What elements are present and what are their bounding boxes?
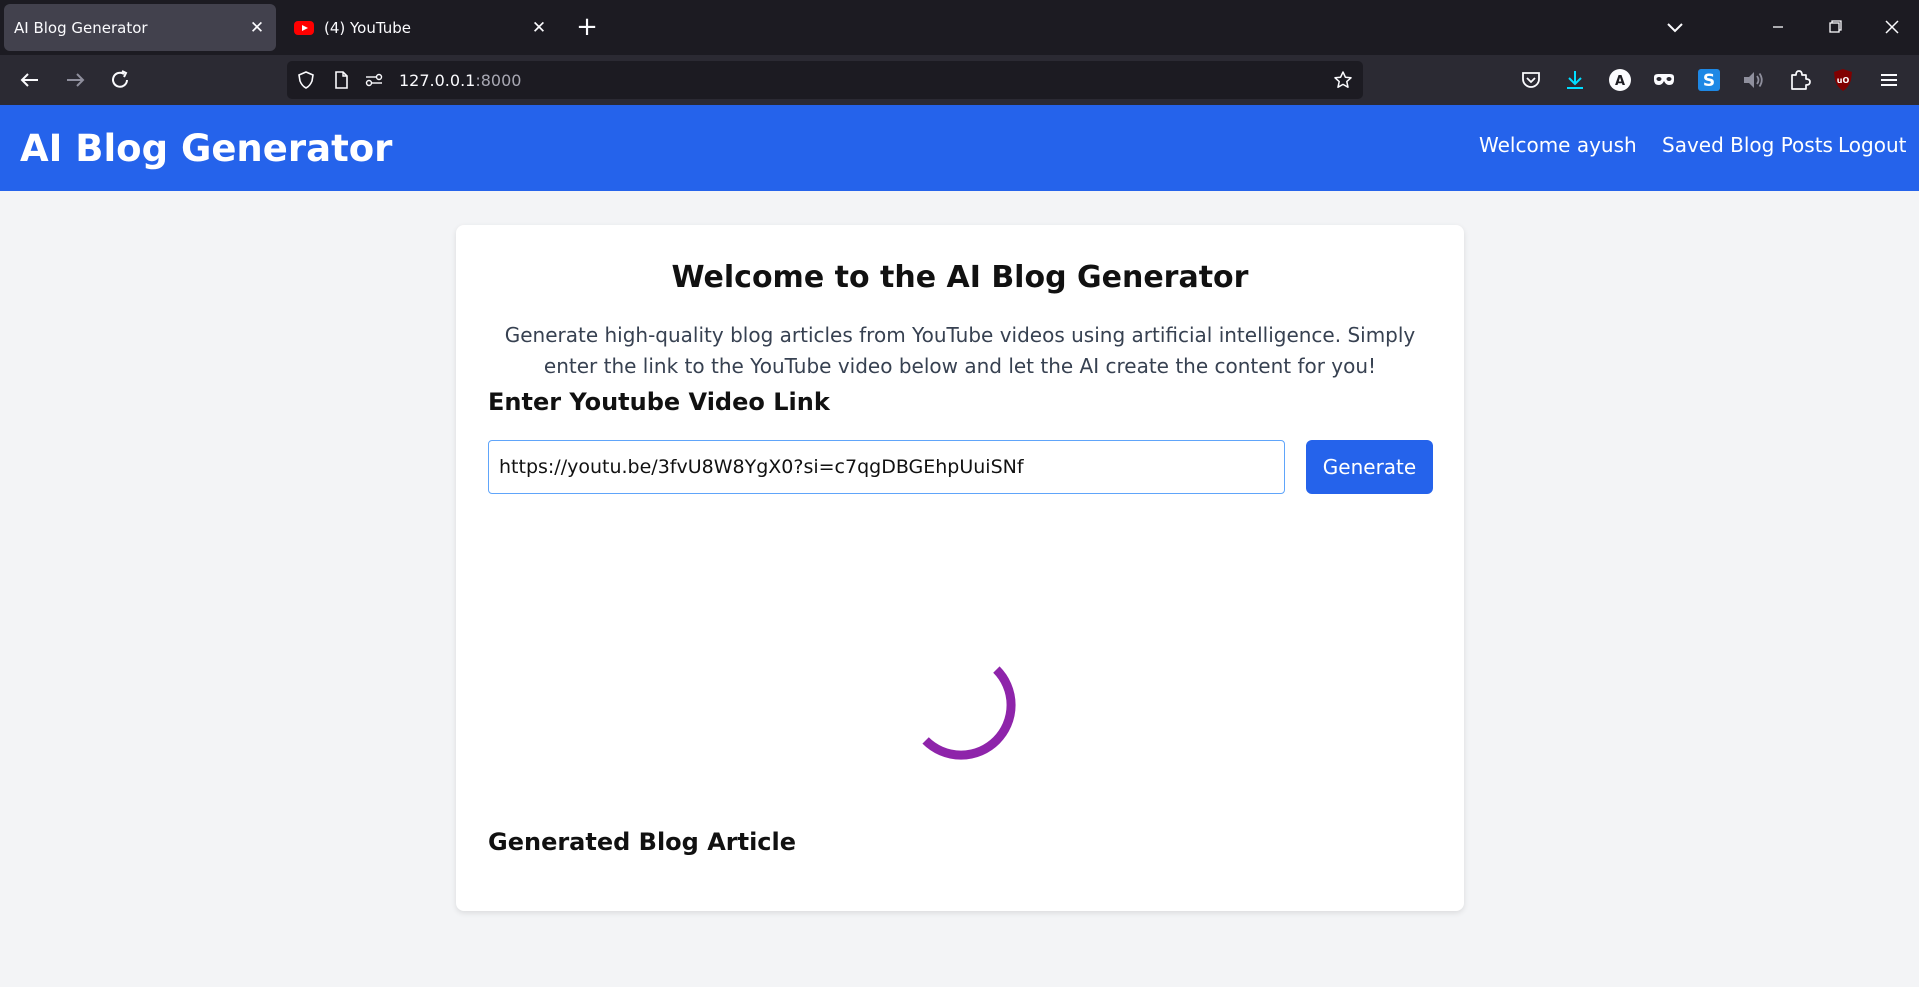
back-arrow-icon[interactable] — [15, 65, 45, 95]
extension-s-icon[interactable]: S — [1696, 67, 1722, 93]
browser-toolbar: 127.0.0.1:8000 A S uO — [0, 55, 1919, 105]
shield-icon[interactable] — [296, 70, 316, 90]
generate-button[interactable]: Generate — [1306, 440, 1433, 494]
saved-blog-posts-link[interactable]: Saved Blog Posts — [1662, 133, 1833, 157]
list-all-tabs-icon[interactable] — [1660, 14, 1690, 42]
svg-text:A: A — [1615, 74, 1625, 89]
pocket-icon[interactable] — [1518, 67, 1544, 93]
logout-link[interactable]: Logout — [1838, 133, 1906, 157]
brand-title: AI Blog Generator — [20, 127, 393, 170]
youtube-link-input[interactable] — [488, 440, 1285, 494]
close-tab-icon[interactable]: ✕ — [242, 18, 272, 38]
tab-youtube[interactable]: (4) YouTube ✕ — [286, 4, 558, 51]
generated-article-label: Generated Blog Article — [488, 828, 797, 856]
page-icon[interactable] — [331, 70, 351, 90]
url-port: :8000 — [475, 71, 522, 90]
tab-ai-blog-generator[interactable]: AI Blog Generator ✕ — [4, 4, 276, 51]
forward-arrow-icon[interactable] — [60, 65, 90, 95]
extension-a-icon[interactable]: A — [1607, 67, 1633, 93]
tab-title: (4) YouTube — [324, 18, 412, 37]
app-header: AI Blog Generator Welcome ayush Saved Bl… — [0, 105, 1919, 191]
url-text[interactable]: 127.0.0.1:8000 — [399, 71, 521, 90]
generator-card: Welcome to the AI Blog Generator Generat… — [456, 225, 1464, 911]
minimize-icon[interactable] — [1758, 12, 1798, 42]
address-bar[interactable]: 127.0.0.1:8000 — [287, 61, 1363, 99]
extensions-puzzle-icon[interactable] — [1786, 67, 1812, 93]
welcome-user-link[interactable]: Welcome ayush — [1479, 133, 1637, 157]
page-description: Generate high-quality blog articles from… — [504, 323, 1416, 378]
volume-icon[interactable] — [1740, 67, 1766, 93]
new-tab-button[interactable]: + — [572, 12, 602, 42]
reload-icon[interactable] — [105, 65, 135, 95]
svg-text:S: S — [1703, 71, 1715, 91]
youtube-icon — [294, 20, 314, 35]
close-window-icon[interactable] — [1872, 12, 1912, 42]
restore-icon[interactable] — [1815, 12, 1855, 42]
permissions-icon[interactable] — [364, 70, 384, 90]
menu-icon[interactable] — [1876, 67, 1902, 93]
close-tab-icon[interactable]: ✕ — [524, 18, 554, 38]
tab-title: AI Blog Generator — [14, 18, 148, 37]
page-title: Welcome to the AI Blog Generator — [671, 260, 1249, 295]
mask-icon[interactable] — [1651, 67, 1677, 93]
youtube-link-label: Enter Youtube Video Link — [488, 388, 830, 416]
bookmark-star-icon[interactable] — [1333, 70, 1353, 90]
downloads-icon[interactable] — [1562, 67, 1588, 93]
url-host: 127.0.0.1 — [399, 71, 476, 90]
ublock-origin-icon[interactable]: uO — [1830, 67, 1856, 93]
svg-text:uO: uO — [1837, 76, 1850, 85]
browser-tab-bar: AI Blog Generator ✕ (4) YouTube ✕ + — [0, 0, 1919, 55]
loading-spinner — [922, 666, 1016, 760]
